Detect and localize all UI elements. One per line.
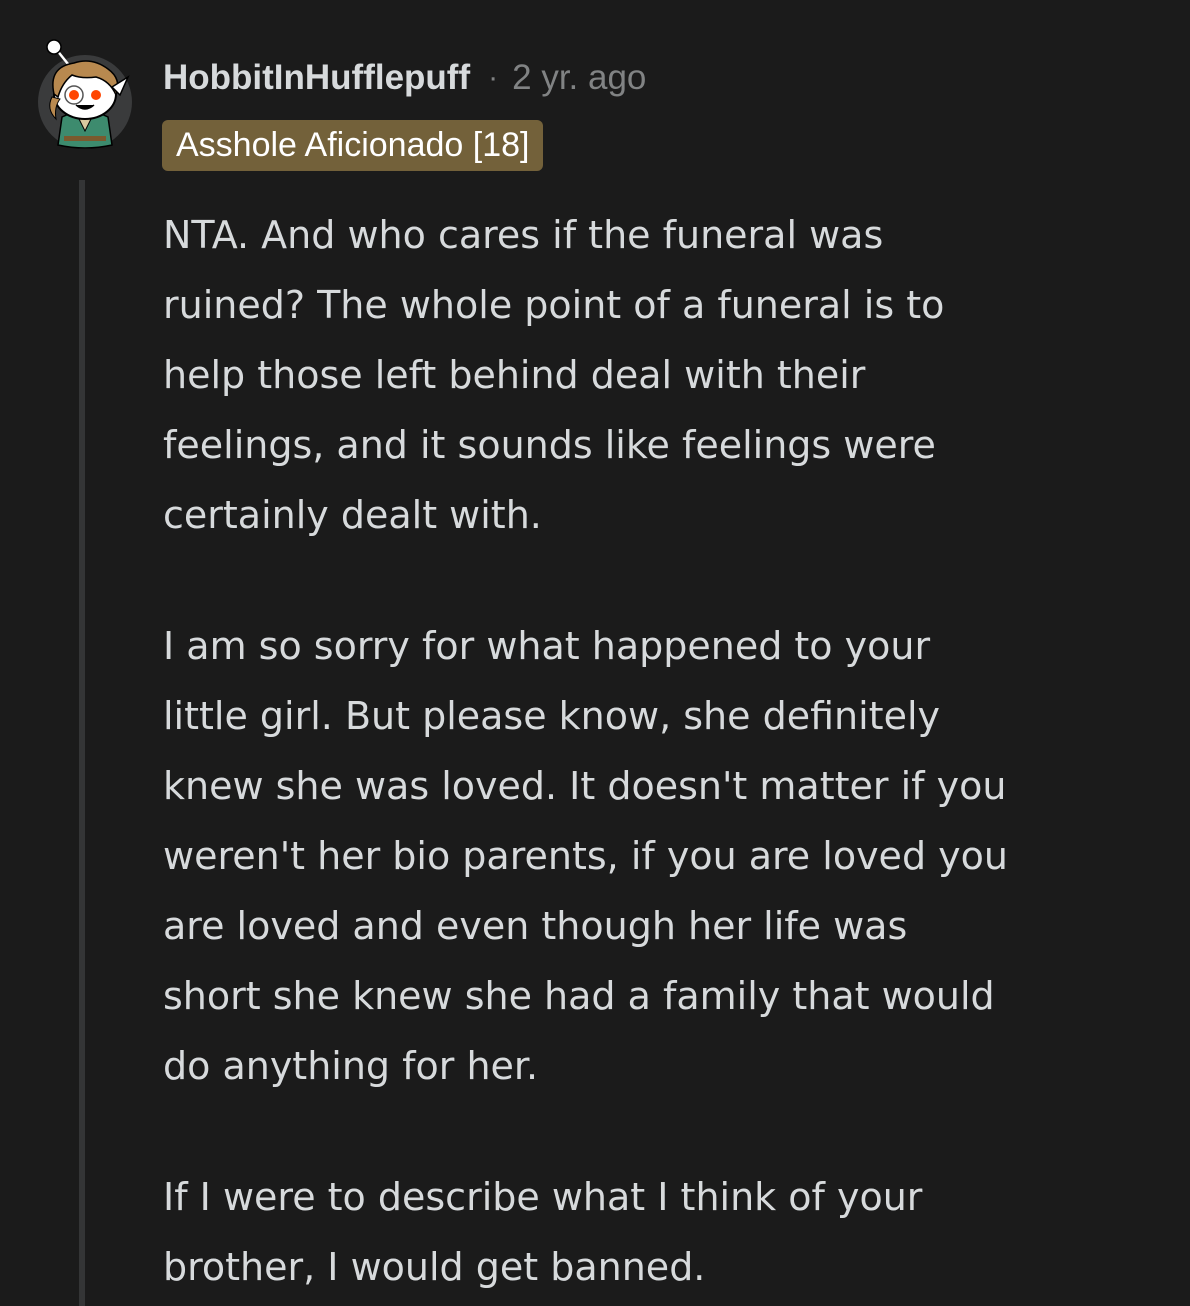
comment-paragraph: If I were to describe what I think of yo…: [163, 1175, 923, 1289]
user-avatar[interactable]: [38, 39, 132, 149]
meta-separator: ·: [488, 61, 499, 94]
comment: HobbitInHufflepuff · 2 yr. ago Asshole A…: [0, 0, 1190, 1306]
thread-collapse-line[interactable]: [79, 180, 85, 1306]
comment-timestamp[interactable]: 2 yr. ago: [512, 58, 646, 98]
comment-paragraph: NTA. And who cares if the funeral was ru…: [163, 213, 945, 537]
comment-paragraph: I am so sorry for what happened to your …: [163, 624, 1008, 1088]
username-link[interactable]: HobbitInHufflepuff: [163, 58, 470, 98]
snoo-avatar-icon: [46, 39, 130, 149]
user-flair[interactable]: Asshole Aficionado [18]: [162, 120, 544, 171]
comment-body: NTA. And who cares if the funeral was ru…: [163, 200, 1163, 1302]
user-flair-text: Asshole Aficionado [18]: [176, 126, 530, 164]
comment-meta: HobbitInHufflepuff · 2 yr. ago: [163, 54, 646, 102]
